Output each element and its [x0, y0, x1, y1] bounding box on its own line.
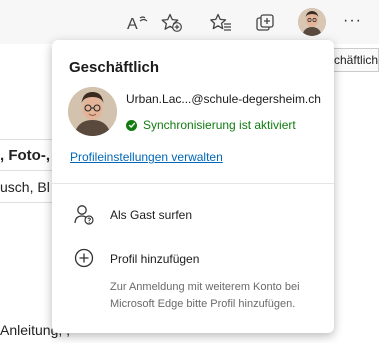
manage-profile-settings-link[interactable]: Profileinstellungen verwalten	[70, 150, 223, 164]
more-icon[interactable]: ···	[343, 12, 362, 30]
favorites-icon[interactable]	[206, 8, 236, 38]
add-icon	[74, 248, 94, 273]
collections-icon[interactable]	[250, 8, 280, 38]
sync-status: Synchronisierung ist aktiviert	[126, 118, 296, 132]
profile-avatar[interactable]	[298, 8, 326, 36]
sync-check-icon	[126, 119, 137, 131]
add-profile-description: Zur Anmeldung mit weiterem Konto bei Mic…	[110, 281, 300, 310]
page-text-fragment: , Foto-,	[0, 147, 50, 164]
browse-as-guest-label: Als Gast surfen	[110, 208, 193, 222]
flyout-divider	[52, 183, 334, 184]
browser-toolbar: A ···	[0, 0, 379, 44]
browse-as-guest-button[interactable]: Als Gast surfen	[52, 202, 334, 234]
add-favorite-icon[interactable]	[157, 8, 187, 38]
profile-title: Geschäftlich	[69, 59, 160, 76]
content-divider	[0, 139, 56, 140]
sync-status-label: Synchronisierung ist aktiviert	[143, 118, 296, 132]
svg-text:A: A	[127, 16, 138, 32]
content-divider	[0, 170, 56, 171]
guest-icon	[74, 204, 94, 231]
page-content-behind: , Foto-, usch, Bl Anleitung, ,	[0, 44, 70, 343]
page-text-fragment: usch, Bl	[0, 179, 50, 195]
profile-picture	[68, 87, 117, 136]
add-profile-label: Profil hinzufügen	[110, 252, 200, 266]
profile-flyout: Geschäftlich Urban.Lac...@schule-degersh…	[52, 40, 334, 333]
read-aloud-icon[interactable]: A	[122, 8, 152, 38]
content-divider	[0, 202, 56, 203]
profile-email: Urban.Lac...@schule-degersheim.ch	[126, 92, 321, 106]
add-profile-button[interactable]: Profil hinzufügen Zur Anmeldung mit weit…	[52, 246, 334, 326]
